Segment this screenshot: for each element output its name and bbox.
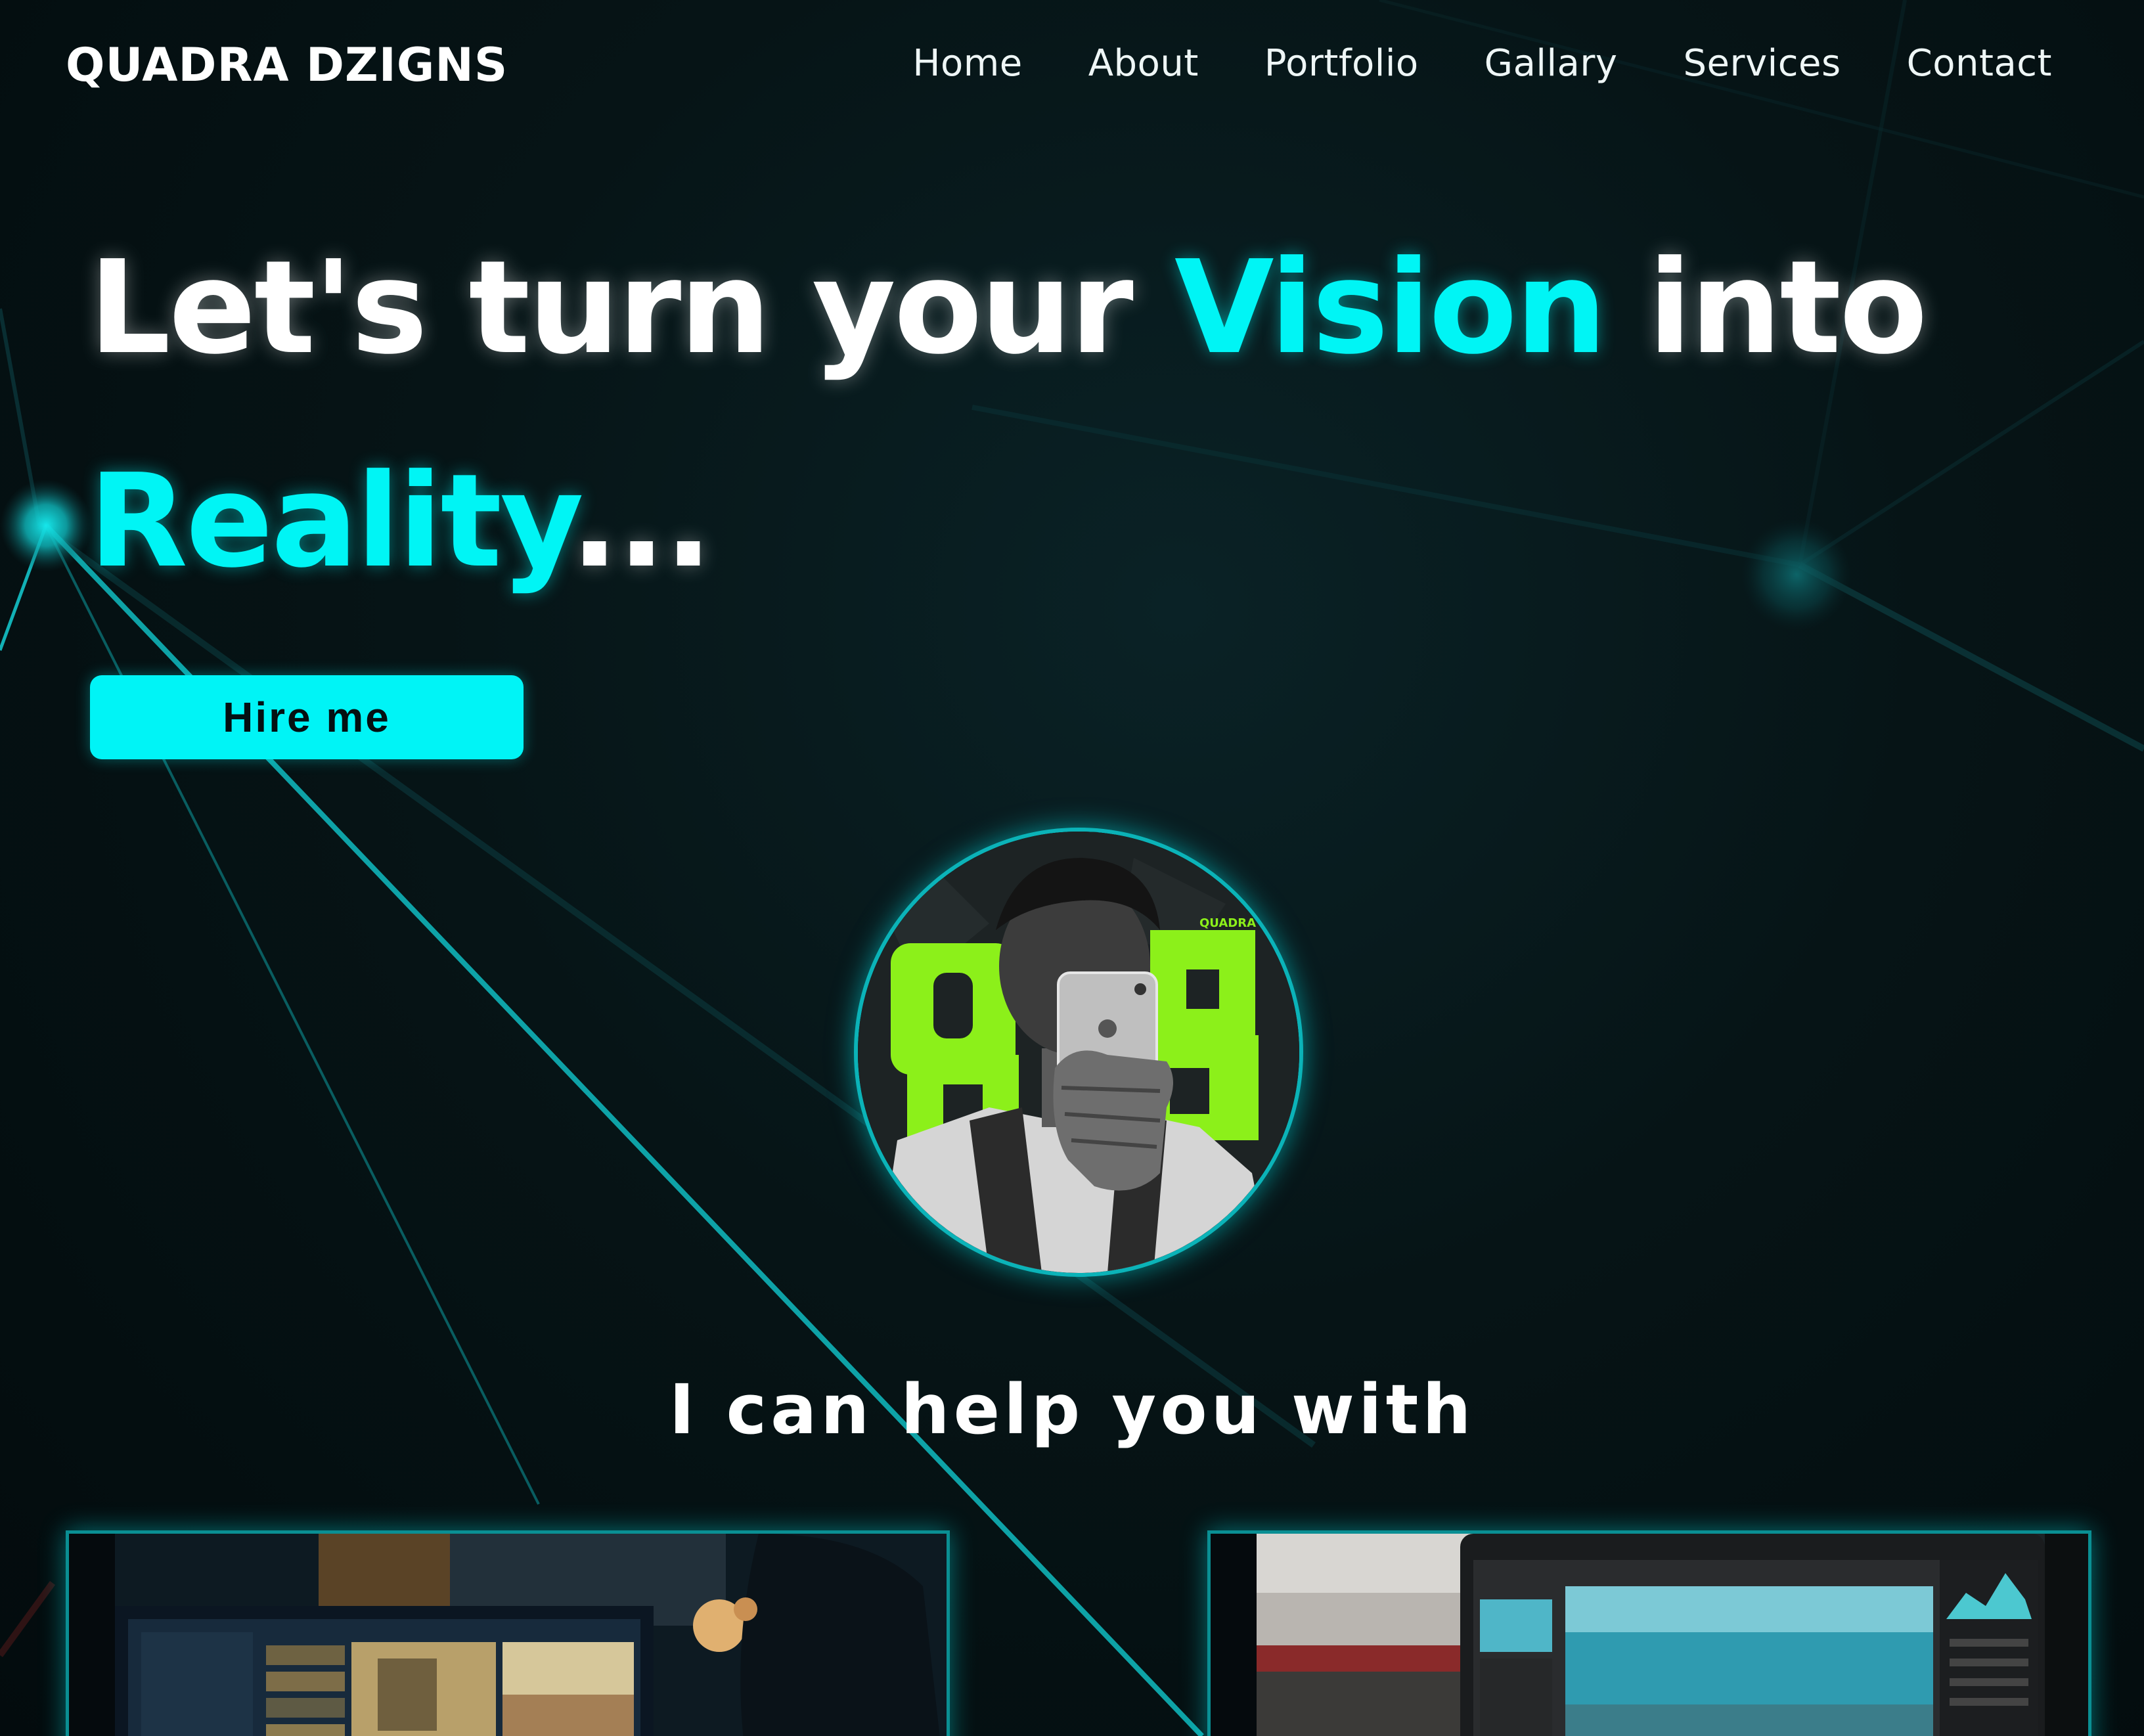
avatar-photo: QUADRA [858, 832, 1299, 1273]
hero-text: into [1605, 233, 1928, 383]
service-card-video-editing[interactable] [66, 1530, 950, 1736]
poster-label: QUADRA [1199, 916, 1256, 930]
brand-logo[interactable]: QUADRA DZIGNS [66, 38, 508, 92]
service-card-photo-editing[interactable] [1207, 1530, 2091, 1736]
video-editing-photo [69, 1534, 947, 1736]
nav-gallary[interactable]: Gallary [1485, 42, 1618, 85]
hero-text: Let's turn your [89, 233, 1174, 383]
nav-portfolio[interactable]: Portfolio [1264, 42, 1419, 85]
main-nav: Home About Portfolio Gallary Services Co… [912, 42, 2052, 85]
nav-contact[interactable]: Contact [1907, 42, 2052, 85]
photo-editing-photo [1211, 1534, 2088, 1736]
nav-home[interactable]: Home [912, 42, 1022, 85]
page: QUADRA DZIGNS Home About Portfolio Galla… [0, 0, 2144, 1736]
nav-services[interactable]: Services [1683, 42, 1841, 85]
hero-ellipsis: ... [570, 447, 713, 596]
services-heading: I can help you with [669, 1369, 1475, 1450]
avatar: QUADRA [854, 828, 1303, 1277]
hero-accent-reality: Reality [89, 447, 572, 596]
hero-accent-vision: Vision [1174, 233, 1607, 383]
hire-me-button[interactable]: Hire me [90, 675, 524, 759]
hero-headline-line-2: Reality... [89, 447, 713, 596]
nav-about[interactable]: About [1088, 42, 1199, 85]
hero-headline-line-1: Let's turn your Vision into [89, 233, 1928, 383]
